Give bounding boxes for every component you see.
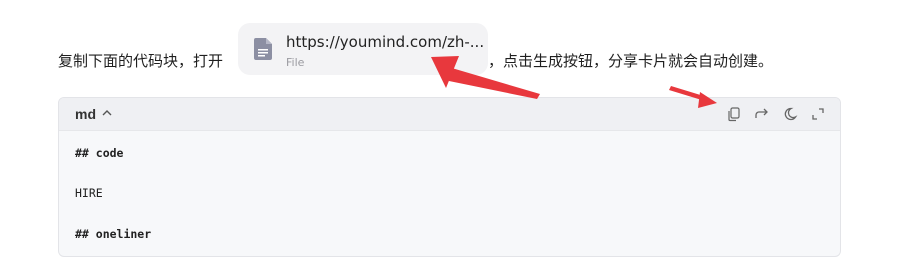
red-arrow-to-toolbar xyxy=(669,86,717,108)
red-arrow-to-file xyxy=(431,56,540,99)
annotation-arrows xyxy=(431,56,717,108)
